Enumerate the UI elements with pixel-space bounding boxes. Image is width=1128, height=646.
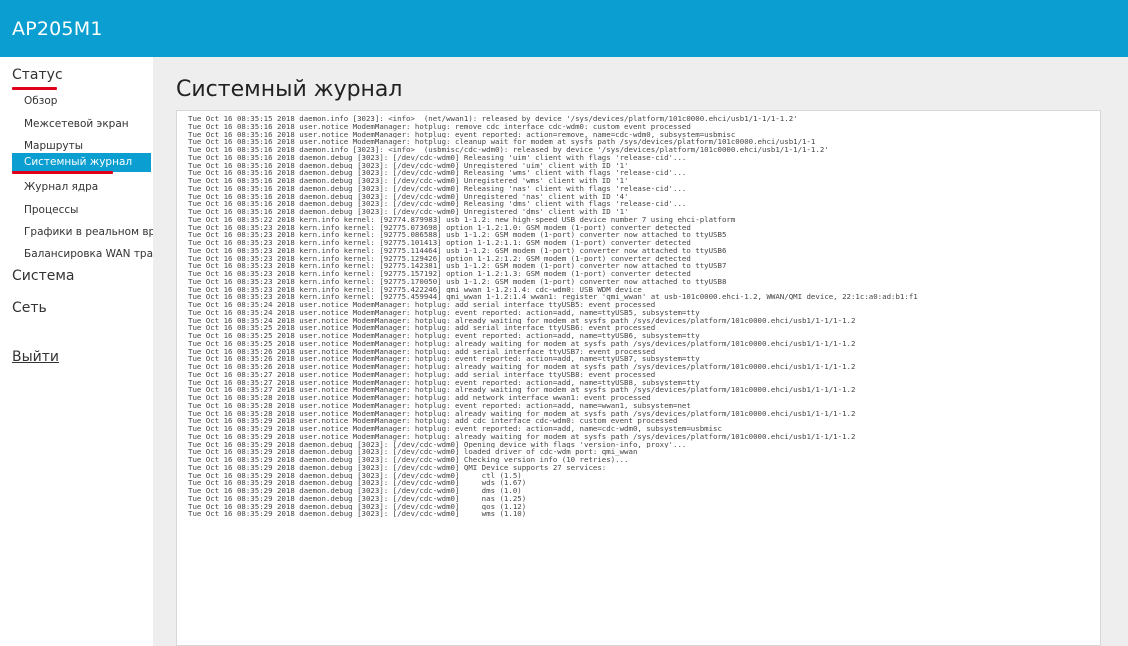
log-line: Tue Oct 16 08:35:26 2018 user.notice Mod… [188, 347, 656, 356]
sidebar-item-firewall[interactable]: Межсетевой экран [24, 118, 153, 130]
log-line: Tue Oct 16 08:35:29 2018 daemon.debug [3… [188, 463, 607, 472]
log-line: Tue Oct 16 08:35:24 2018 user.notice Mod… [188, 316, 856, 325]
logout-link[interactable]: Выйти [12, 349, 59, 365]
sidebar-item-kernel-log[interactable]: Журнал ядра [24, 181, 153, 193]
log-line: Tue Oct 16 08:35:23 2018 kern.info kerne… [188, 239, 691, 247]
sidebar-item-routes[interactable]: Маршруты [24, 140, 153, 152]
log-line: Tue Oct 16 08:35:16 2018 daemon.debug [3… [188, 153, 687, 162]
log-line: Tue Oct 16 08:35:23 2018 kern.info kerne… [188, 277, 727, 286]
log-line: Tue Oct 16 08:35:28 2018 user.notice Mod… [188, 394, 651, 402]
log-line: Tue Oct 16 08:35:29 2018 user.notice Mod… [188, 432, 856, 441]
active-item-underline [12, 171, 113, 174]
log-line: Tue Oct 16 08:35:24 2018 user.notice Mod… [188, 308, 700, 317]
log-line: Tue Oct 16 08:35:23 2018 kern.info kerne… [188, 262, 727, 270]
log-line: Tue Oct 16 08:35:29 2018 user.notice Mod… [188, 417, 678, 425]
log-line: Tue Oct 16 08:35:23 2018 kern.info kerne… [188, 231, 727, 239]
log-line: Tue Oct 16 08:35:15 2018 daemon.info [30… [188, 115, 798, 123]
sidebar-item-processes[interactable]: Процессы [24, 204, 153, 216]
sidebar-item-wan-balancing[interactable]: Балансировка WAN трафика [24, 248, 153, 260]
log-line: Tue Oct 16 08:35:27 2018 user.notice Mod… [188, 378, 700, 387]
sidebar-item-system-log[interactable]: Системный журнал [12, 153, 151, 172]
log-line: Tue Oct 16 08:35:29 2018 user.notice Mod… [188, 425, 722, 433]
sidebar-section-network[interactable]: Сеть [12, 300, 47, 316]
status-underline [12, 87, 57, 90]
log-line: Tue Oct 16 08:35:29 2018 daemon.debug [3… [188, 479, 527, 487]
log-line: Tue Oct 16 08:35:16 2018 user.notice Mod… [188, 130, 736, 139]
log-line: Tue Oct 16 08:35:26 2018 user.notice Mod… [188, 355, 700, 363]
log-line: Tue Oct 16 08:35:16 2018 user.notice Mod… [188, 122, 691, 131]
page-title: Системный журнал [176, 77, 403, 102]
sidebar-item-overview[interactable]: Обзор [24, 95, 153, 107]
log-line: Tue Oct 16 08:35:16 2018 daemon.debug [3… [188, 184, 687, 193]
log-line: Tue Oct 16 08:35:16 2018 daemon.debug [3… [188, 177, 629, 185]
main-content: Системный журнал Tue Oct 16 08:35:15 201… [153, 57, 1128, 646]
sidebar-item-realtime-graphs[interactable]: Графики в реальном времени [24, 226, 153, 238]
sidebar-section-status[interactable]: Статус [12, 67, 63, 83]
log-line: Tue Oct 16 08:35:16 2018 user.notice Mod… [188, 138, 816, 146]
log-line: Tue Oct 16 08:35:27 2018 user.notice Mod… [188, 370, 656, 379]
log-line: Tue Oct 16 08:35:16 2018 daemon.debug [3… [188, 161, 629, 170]
sidebar: Статус Обзор Межсетевой экран Маршруты С… [0, 57, 153, 646]
log-line: Tue Oct 16 08:35:25 2018 user.notice Mod… [188, 324, 656, 332]
system-log-textarea[interactable]: Tue Oct 16 08:35:15 2018 daemon.info [30… [176, 110, 1101, 646]
log-line: Tue Oct 16 08:35:22 2018 kern.info kerne… [188, 215, 736, 224]
log-line: Tue Oct 16 08:35:16 2018 daemon.debug [3… [188, 192, 629, 201]
log-line: Tue Oct 16 08:35:23 2018 kern.info kerne… [188, 270, 691, 278]
log-line: Tue Oct 16 08:35:29 2018 daemon.debug [3… [188, 471, 522, 480]
log-line: Tue Oct 16 08:35:25 2018 user.notice Mod… [188, 339, 856, 348]
log-line: Tue Oct 16 08:35:29 2018 daemon.debug [3… [188, 487, 522, 495]
log-line: Tue Oct 16 08:35:29 2018 daemon.debug [3… [188, 510, 527, 518]
log-line: Tue Oct 16 08:35:16 2018 daemon.info [30… [188, 146, 829, 154]
log-line: Tue Oct 16 08:35:25 2018 user.notice Mod… [188, 332, 700, 340]
log-line: Tue Oct 16 08:35:23 2018 kern.info kerne… [188, 246, 727, 255]
top-header-bar: AP205M1 [0, 0, 1128, 57]
log-line: Tue Oct 16 08:35:29 2018 daemon.debug [3… [188, 494, 527, 503]
log-line: Tue Oct 16 08:35:23 2018 kern.info kerne… [188, 285, 642, 294]
log-line: Tue Oct 16 08:35:28 2018 user.notice Mod… [188, 401, 691, 410]
app-title: AP205M1 [12, 17, 103, 40]
log-line: Tue Oct 16 08:35:28 2018 user.notice Mod… [188, 409, 856, 418]
log-line: Tue Oct 16 08:35:16 2018 daemon.debug [3… [188, 169, 687, 177]
log-line: Tue Oct 16 08:35:29 2018 daemon.debug [3… [188, 456, 629, 464]
log-line: Tue Oct 16 08:35:23 2018 kern.info kerne… [188, 254, 691, 263]
log-line: Tue Oct 16 08:35:24 2018 user.notice Mod… [188, 301, 656, 309]
log-line: Tue Oct 16 08:35:27 2018 user.notice Mod… [188, 386, 856, 394]
log-line: Tue Oct 16 08:35:16 2018 daemon.debug [3… [188, 200, 687, 208]
log-line: Tue Oct 16 08:35:29 2018 daemon.debug [3… [188, 502, 527, 511]
log-line: Tue Oct 16 08:35:16 2018 daemon.debug [3… [188, 208, 629, 216]
log-line: Tue Oct 16 08:35:23 2018 kern.info kerne… [188, 223, 691, 232]
sidebar-section-system[interactable]: Система [12, 268, 74, 284]
log-line: Tue Oct 16 08:35:23 2018 kern.info kerne… [188, 293, 918, 301]
log-line: Tue Oct 16 08:35:29 2018 daemon.debug [3… [188, 448, 638, 456]
log-line: Tue Oct 16 08:35:26 2018 user.notice Mod… [188, 363, 856, 371]
log-line: Tue Oct 16 08:35:29 2018 daemon.debug [3… [188, 440, 687, 449]
